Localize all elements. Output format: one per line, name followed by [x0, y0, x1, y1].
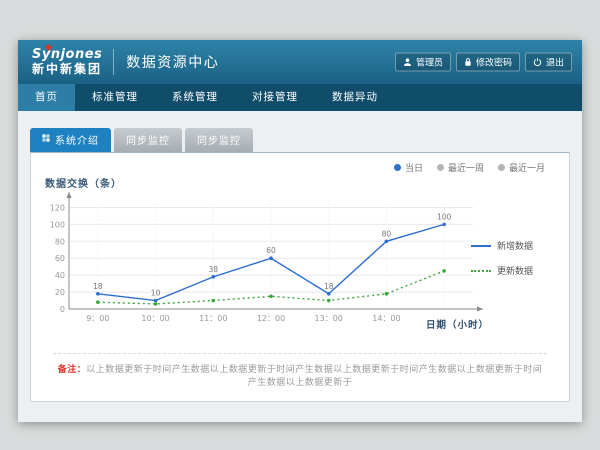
svg-text:120: 120 — [50, 203, 65, 212]
filter-dot-icon — [394, 164, 401, 171]
filter-last-month[interactable]: 最近一月 — [498, 161, 545, 174]
svg-text:60: 60 — [266, 246, 276, 255]
user-label: 管理员 — [416, 56, 443, 69]
footnote-text: 以上数据更新于时间产生数据以上数据更新于时间产生数据以上数据更新于时间产生数据以… — [86, 365, 542, 388]
svg-text:10: 10 — [151, 289, 161, 298]
svg-text:38: 38 — [209, 265, 219, 274]
lock-icon — [464, 58, 472, 67]
filter-today[interactable]: 当日 — [394, 161, 423, 174]
logout-label: 退出 — [546, 56, 564, 69]
tab-label: 系统介绍 — [55, 132, 99, 147]
topbar: Synjones 新中新集团 数据资源中心 管理员 修改密码 — [18, 40, 582, 84]
filter-label: 最近一周 — [448, 161, 484, 174]
nav-item-data-change[interactable]: 数据异动 — [315, 84, 395, 111]
logo: Synjones 新中新集团 — [32, 48, 102, 75]
page-title: 数据资源中心 — [126, 52, 219, 72]
tab-system-intro[interactable]: 系统介绍 — [30, 128, 111, 152]
header-actions: 管理员 修改密码 退出 — [395, 53, 572, 72]
logo-text: Synjones — [32, 48, 102, 62]
svg-text:13：00: 13：00 — [315, 314, 343, 323]
x-axis-title: 日期（小时） — [426, 317, 489, 331]
user-icon — [403, 58, 412, 67]
svg-text:18: 18 — [324, 282, 334, 291]
svg-text:20: 20 — [55, 288, 65, 297]
content-panel: 当日 最近一周 最近一月 数据交换（条） 0 20 40 60 80 100 120 9：00… — [30, 152, 570, 402]
y-axis-title: 数据交换（条） — [45, 175, 122, 190]
logo-subtitle: 新中新集团 — [32, 63, 102, 76]
header-divider — [113, 49, 114, 75]
period-filters: 当日 最近一周 最近一月 — [394, 161, 545, 174]
svg-text:60: 60 — [55, 254, 65, 263]
power-icon — [533, 58, 542, 67]
grid-icon — [42, 134, 50, 145]
filter-dot-icon — [498, 164, 505, 171]
nav-item-connect-mgmt[interactable]: 对接管理 — [235, 84, 315, 111]
filter-last-week[interactable]: 最近一周 — [437, 161, 484, 174]
legend-label: 新增数据 — [497, 239, 533, 252]
legend-label: 更新数据 — [497, 264, 533, 277]
footnote-label: 备注： — [58, 365, 87, 375]
tab-sync-monitor-2[interactable]: 同步监控 — [185, 128, 253, 152]
nav-item-standard-mgmt[interactable]: 标准管理 — [75, 84, 155, 111]
svg-text:12：00: 12：00 — [257, 314, 285, 323]
series-legend: 新增数据 更新数据 — [471, 239, 553, 289]
svg-text:80: 80 — [382, 229, 392, 238]
main-nav: 首页 标准管理 系统管理 对接管理 数据异动 — [18, 84, 582, 111]
nav-item-home[interactable]: 首页 — [18, 84, 75, 111]
svg-text:40: 40 — [55, 271, 65, 280]
legend-item-new-data: 新增数据 — [471, 239, 553, 252]
svg-text:14：00: 14：00 — [372, 314, 400, 323]
change-password-button[interactable]: 修改密码 — [456, 53, 520, 72]
user-button[interactable]: 管理员 — [395, 53, 451, 72]
svg-text:100: 100 — [437, 212, 452, 221]
tab-bar: 系统介绍 同步监控 同步监控 — [30, 128, 582, 152]
filter-label: 当日 — [405, 161, 423, 174]
legend-item-updated-data: 更新数据 — [471, 264, 553, 277]
logout-button[interactable]: 退出 — [525, 53, 572, 72]
svg-text:18: 18 — [93, 282, 103, 291]
footnote: 备注：以上数据更新于时间产生数据以上数据更新于时间产生数据以上数据更新于时间产生… — [53, 353, 547, 388]
tab-label: 同步监控 — [197, 132, 241, 147]
svg-text:100: 100 — [50, 220, 65, 229]
svg-text:11：00: 11：00 — [199, 314, 227, 323]
svg-text:10：00: 10：00 — [141, 314, 169, 323]
svg-text:0: 0 — [60, 305, 65, 314]
change-password-label: 修改密码 — [476, 56, 512, 69]
svg-text:9：00: 9：00 — [86, 314, 109, 323]
svg-text:80: 80 — [55, 237, 65, 246]
filter-label: 最近一月 — [509, 161, 545, 174]
legend-line-solid-icon — [471, 245, 491, 247]
tab-label: 同步监控 — [126, 132, 170, 147]
app-window: Synjones 新中新集团 数据资源中心 管理员 修改密码 — [18, 40, 582, 422]
legend-line-dotted-icon — [471, 270, 491, 272]
nav-item-system-mgmt[interactable]: 系统管理 — [155, 84, 235, 111]
tab-sync-monitor-1[interactable]: 同步监控 — [114, 128, 182, 152]
filter-dot-icon — [437, 164, 444, 171]
